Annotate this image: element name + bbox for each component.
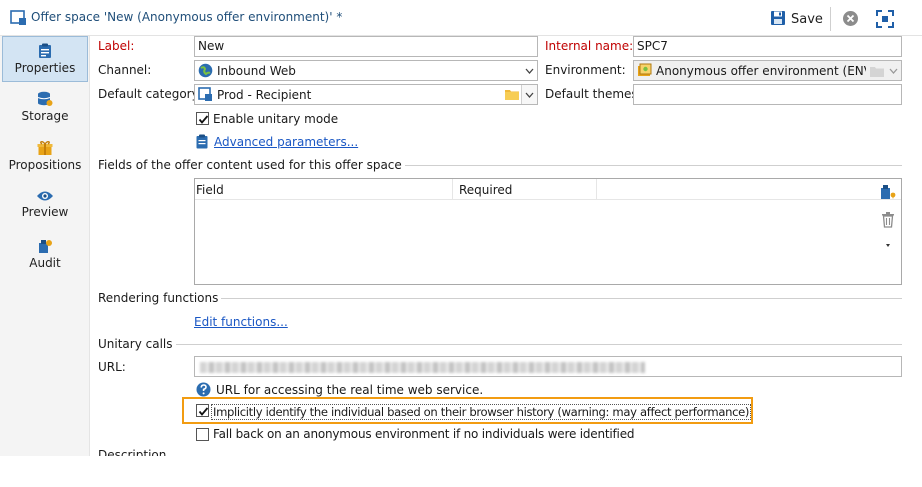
default-category-label: Default category: (98, 87, 202, 101)
unitary-calls-section-header: Unitary calls (98, 337, 902, 351)
gift-icon (37, 141, 53, 155)
help-icon (196, 382, 211, 397)
internal-name-input[interactable]: SPC7 (633, 36, 902, 57)
fields-section-title: Fields of the offer content used for thi… (98, 158, 405, 172)
offer-space-icon (10, 9, 28, 27)
channel-select[interactable]: Inbound Web (194, 60, 538, 81)
save-button[interactable]: Save (770, 8, 823, 30)
parameters-icon (196, 134, 208, 152)
fullscreen-icon[interactable] (876, 10, 894, 28)
label-input[interactable]: New (194, 36, 538, 57)
fields-table[interactable]: Field Required (194, 178, 902, 285)
default-category-value: Prod - Recipient (217, 88, 312, 102)
save-label: Save (791, 11, 823, 27)
default-themes-label: Default themes: (545, 87, 642, 101)
floppy-disk-icon (770, 10, 786, 29)
url-field[interactable] (194, 356, 902, 377)
section-divider (206, 298, 902, 299)
unitary-calls-section-title: Unitary calls (98, 337, 176, 351)
category-icon (198, 87, 213, 104)
chevron-down-icon[interactable] (521, 85, 537, 104)
rendering-section-title: Rendering functions (98, 291, 222, 305)
window-title: Offer space 'New (Anonymous offer enviro… (31, 10, 343, 24)
more-options-icon[interactable] (880, 238, 894, 256)
environment-icon (637, 63, 652, 80)
add-field-icon[interactable] (880, 184, 898, 202)
table-header: Field Required (195, 179, 901, 200)
enable-unitary-label: Enable unitary mode (213, 112, 339, 126)
internal-name-label: Internal name: (545, 39, 634, 53)
sidebar-item-label: Preview (21, 205, 69, 219)
implicit-identify-label: Implicitly identify the individual based… (211, 404, 752, 420)
sidebar: Properties Storage Propositions Preview … (0, 36, 90, 456)
chevron-down-icon[interactable] (521, 61, 537, 80)
column-header-required[interactable]: Required (459, 183, 512, 197)
edit-functions-link[interactable]: Edit functions... (194, 315, 288, 329)
clipboard-icon (39, 43, 51, 58)
globe-icon (198, 63, 213, 80)
audit-icon (39, 240, 52, 253)
chevron-down-icon[interactable] (885, 61, 901, 80)
url-help-text: URL for accessing the real time web serv… (216, 383, 484, 397)
fields-section-header: Fields of the offer content used for thi… (98, 158, 902, 172)
toolbar-separator (830, 7, 831, 31)
implicit-identify-checkbox[interactable] (196, 404, 209, 417)
section-divider (164, 344, 902, 345)
column-header-field[interactable]: Field (196, 183, 224, 197)
title-bar: Offer space 'New (Anonymous offer enviro… (0, 0, 922, 36)
sidebar-item-propositions[interactable]: Propositions (2, 134, 88, 180)
default-themes-input[interactable] (633, 84, 902, 105)
url-label: URL: (98, 360, 126, 374)
column-separator (452, 179, 453, 200)
channel-label: Channel: (98, 63, 152, 77)
sidebar-item-label: Storage (21, 109, 69, 123)
environment-value: Anonymous offer environment (ENV_DE (656, 64, 866, 78)
folder-icon[interactable] (505, 88, 519, 103)
channel-value: Inbound Web (217, 64, 296, 78)
blurred-url-value (200, 362, 645, 373)
fallback-checkbox[interactable] (196, 428, 209, 441)
section-divider (358, 165, 902, 166)
eye-icon (37, 191, 53, 201)
database-icon (37, 91, 53, 106)
default-category-select[interactable]: Prod - Recipient (194, 84, 538, 105)
enable-unitary-checkbox[interactable] (196, 112, 209, 125)
advanced-parameters-link[interactable]: Advanced parameters... (214, 135, 358, 149)
sidebar-item-storage[interactable]: Storage (2, 85, 88, 131)
description-section-title: Description (98, 448, 167, 456)
sidebar-item-label: Properties (14, 61, 76, 75)
folder-icon[interactable] (870, 65, 884, 80)
label-field-label: Label: (98, 39, 135, 53)
sidebar-item-label: Propositions (8, 158, 82, 172)
sidebar-item-preview[interactable]: Preview (2, 183, 88, 229)
sidebar-item-audit[interactable]: Audit (2, 232, 88, 278)
trash-icon[interactable] (880, 211, 898, 229)
sidebar-item-properties[interactable]: Properties (2, 36, 88, 82)
environment-select[interactable]: Anonymous offer environment (ENV_DE (633, 60, 902, 81)
sidebar-item-label: Audit (29, 256, 61, 270)
column-separator (596, 179, 597, 200)
rendering-section-header: Rendering functions (98, 291, 902, 305)
environment-label: Environment: (545, 63, 626, 77)
fallback-label: Fall back on an anonymous environment if… (213, 427, 635, 441)
close-icon[interactable] (842, 10, 859, 27)
